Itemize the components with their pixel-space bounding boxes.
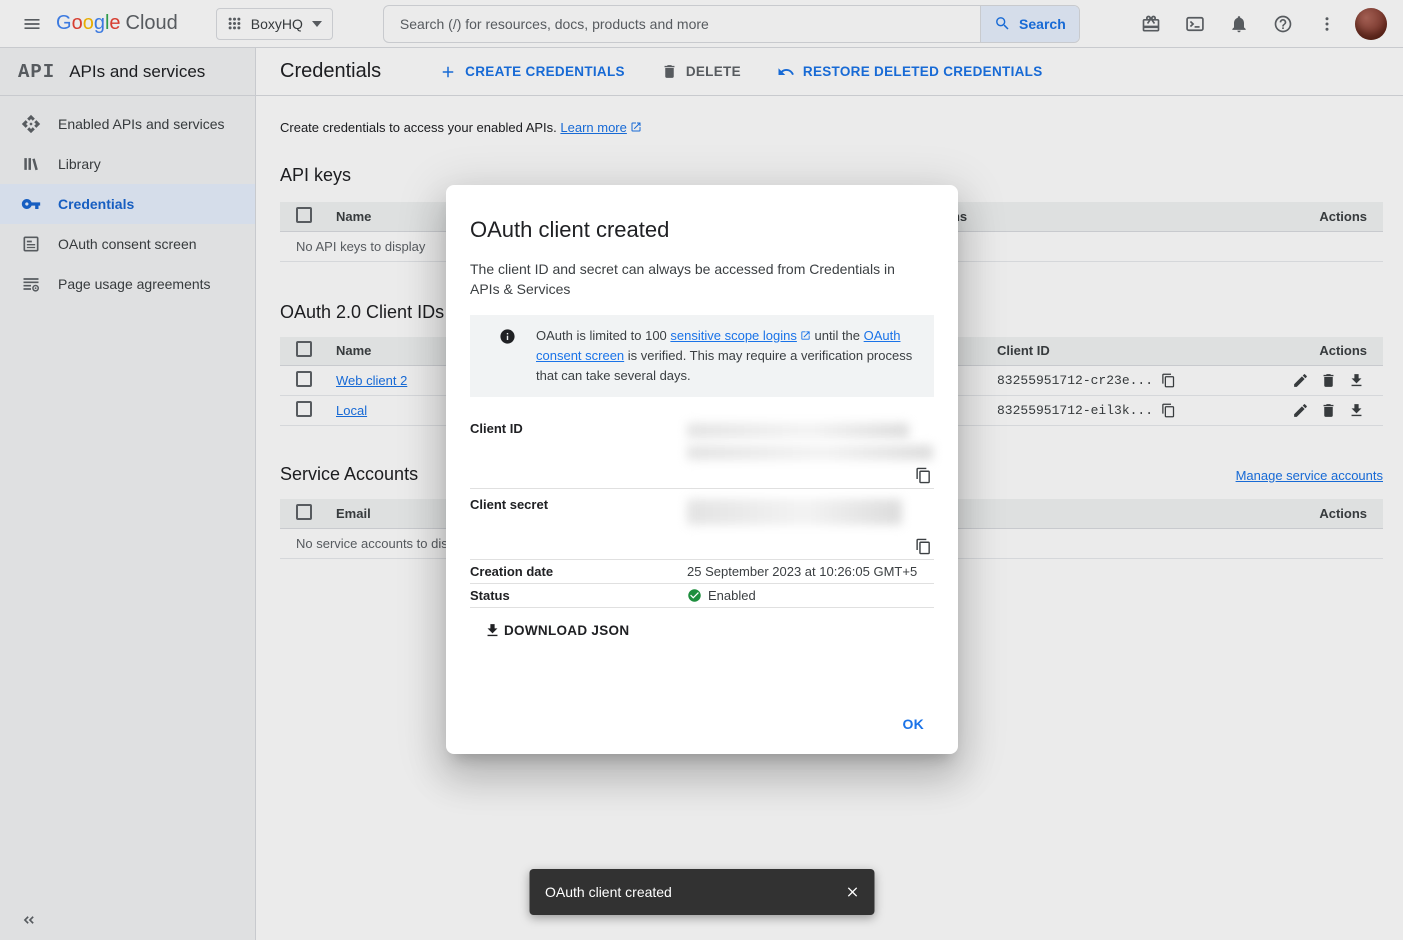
dialog-title: OAuth client created xyxy=(470,217,934,243)
creation-date-row: Creation date 25 September 2023 at 10:26… xyxy=(470,560,934,584)
check-circle-icon xyxy=(687,588,702,603)
client-secret-label: Client secret xyxy=(470,497,687,559)
notice-part: OAuth is limited to 100 xyxy=(536,328,670,343)
redacted-client-id-line2 xyxy=(687,445,933,460)
status-label: Status xyxy=(470,588,687,603)
ok-button[interactable]: OK xyxy=(897,708,931,740)
snackbar-close-button[interactable] xyxy=(834,874,870,910)
client-id-label: Client ID xyxy=(470,421,687,488)
download-icon xyxy=(484,622,501,639)
open-in-new-icon xyxy=(800,330,811,341)
snackbar: OAuth client created xyxy=(529,869,874,915)
oauth-limit-notice: OAuth is limited to 100 sensitive scope … xyxy=(470,315,934,397)
sensitive-scope-logins-link[interactable]: sensitive scope logins xyxy=(670,328,810,343)
status-value: Enabled xyxy=(687,588,934,603)
oauth-client-created-dialog: OAuth client created The client ID and s… xyxy=(446,185,958,754)
dialog-subtitle: The client ID and secret can always be a… xyxy=(470,259,910,299)
creation-date-value: 25 September 2023 at 10:26:05 GMT+5 xyxy=(687,564,934,579)
download-json-button[interactable]: DOWNLOAD JSON xyxy=(484,622,629,639)
close-icon xyxy=(844,884,860,900)
client-secret-row: Client secret xyxy=(470,489,934,560)
download-json-label: DOWNLOAD JSON xyxy=(504,623,629,638)
info-icon xyxy=(499,326,516,386)
notice-part: until the xyxy=(811,328,864,343)
notice-link-label: sensitive scope logins xyxy=(670,328,796,343)
redacted-client-secret xyxy=(687,499,902,525)
client-id-row: Client ID xyxy=(470,413,934,489)
creation-date-label: Creation date xyxy=(470,564,687,579)
dialog-fields: Client ID Client secret Creation date 25… xyxy=(470,413,934,608)
snackbar-message: OAuth client created xyxy=(545,884,672,900)
client-secret-value-area xyxy=(687,497,934,559)
copy-icon[interactable] xyxy=(915,538,932,555)
client-id-value-area xyxy=(687,421,934,488)
copy-icon[interactable] xyxy=(915,467,932,484)
status-row: Status Enabled xyxy=(470,584,934,608)
notice-text: OAuth is limited to 100 sensitive scope … xyxy=(536,326,918,386)
status-text: Enabled xyxy=(708,588,756,603)
redacted-client-id-line1 xyxy=(687,423,909,438)
